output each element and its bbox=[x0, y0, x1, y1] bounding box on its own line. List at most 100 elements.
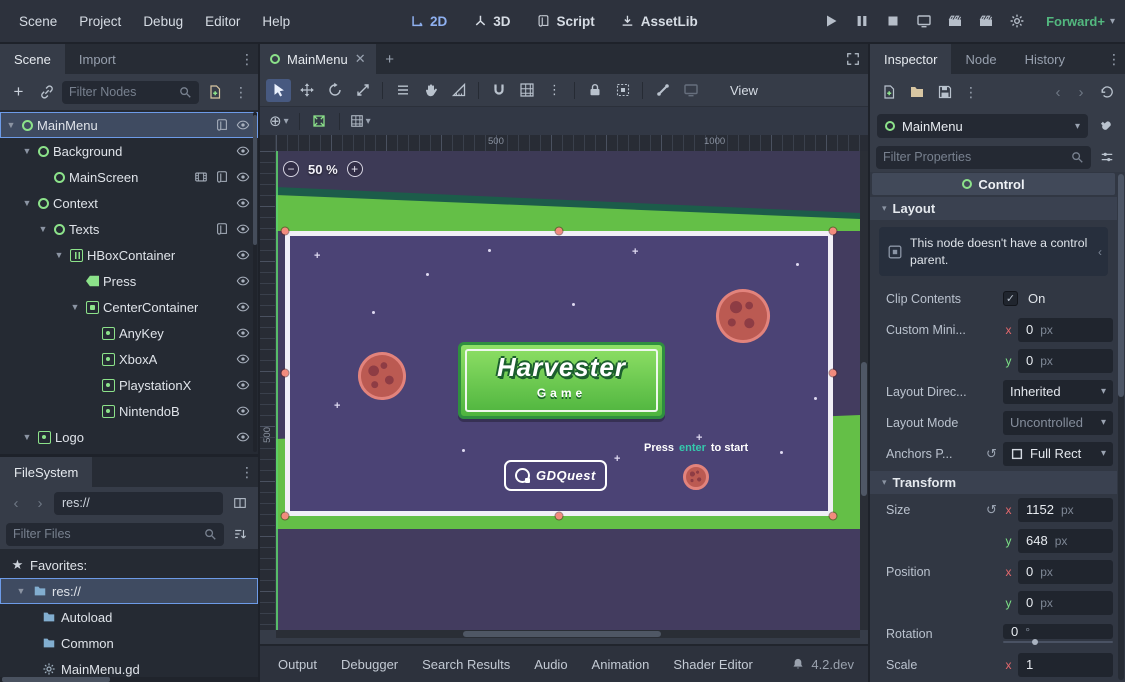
ruler-tool-button[interactable] bbox=[446, 79, 471, 102]
collapse-notice-icon[interactable]: ‹ bbox=[1098, 245, 1102, 259]
visibility-eye-icon[interactable] bbox=[236, 378, 250, 392]
tree-node-mainmenu[interactable]: ▼ MainMenu bbox=[0, 112, 258, 138]
filter-properties-input[interactable] bbox=[883, 150, 1065, 164]
menu-debug[interactable]: Debug bbox=[132, 9, 194, 34]
visibility-eye-icon[interactable] bbox=[236, 326, 250, 340]
add-node-button[interactable]: + bbox=[6, 81, 31, 104]
2d-canvas[interactable]: + + + + + + bbox=[276, 151, 860, 630]
rotation-field[interactable]: 0 ° bbox=[1003, 624, 1113, 639]
history-forward-icon[interactable]: › bbox=[1071, 81, 1091, 103]
zoom-out-button[interactable]: − bbox=[283, 161, 299, 177]
tree-node-texts[interactable]: ▼ Texts bbox=[0, 216, 258, 242]
menu-scene[interactable]: Scene bbox=[8, 9, 68, 34]
zoom-level[interactable]: 50 % bbox=[308, 162, 338, 177]
grid-snap-toggle[interactable] bbox=[514, 79, 539, 102]
tree-node-mainscreen[interactable]: MainScreen bbox=[0, 164, 258, 190]
scene-tab-mainmenu[interactable]: MainMenu ✕ bbox=[260, 44, 376, 74]
history-back-icon[interactable]: ‹ bbox=[1048, 81, 1068, 103]
tab-3d[interactable]: 3D bbox=[473, 14, 510, 29]
filter-nodes-input[interactable] bbox=[69, 85, 173, 99]
view-menu-button[interactable]: View bbox=[720, 80, 768, 101]
edited-objects-history-icon[interactable] bbox=[1094, 81, 1119, 104]
zoom-in-button[interactable]: + bbox=[347, 161, 363, 177]
dock-menu-icon[interactable]: ⋮ bbox=[1103, 44, 1125, 74]
bottom-tab-animation[interactable]: Animation bbox=[582, 652, 660, 677]
tree-node-anykey[interactable]: AnyKey bbox=[0, 320, 258, 346]
tab-filesystem[interactable]: FileSystem bbox=[0, 457, 92, 487]
visibility-eye-icon[interactable] bbox=[236, 352, 250, 366]
expander-icon[interactable]: ▼ bbox=[20, 198, 34, 208]
script-icon[interactable] bbox=[215, 170, 229, 184]
visibility-eye-icon[interactable] bbox=[236, 404, 250, 418]
movie-maker-button[interactable] bbox=[1005, 9, 1029, 33]
selection-handle[interactable] bbox=[830, 370, 837, 377]
layout-direction-dropdown[interactable]: Inherited ▾ bbox=[1003, 380, 1113, 404]
expander-icon[interactable]: ▼ bbox=[14, 586, 28, 596]
distraction-free-icon[interactable] bbox=[838, 44, 868, 74]
filesystem-hscrollbar[interactable] bbox=[0, 677, 258, 682]
expander-icon[interactable]: ▼ bbox=[52, 250, 66, 260]
attach-script-button[interactable] bbox=[202, 81, 227, 104]
instance-scene-button[interactable] bbox=[34, 81, 59, 104]
selection-handle[interactable] bbox=[556, 513, 563, 520]
save-resource-button[interactable] bbox=[932, 81, 957, 104]
tree-node-hboxcontainer[interactable]: ▼ HBoxContainer bbox=[0, 242, 258, 268]
snap-options-menu-icon[interactable]: ⋮ bbox=[542, 79, 567, 102]
tab-2d[interactable]: 2D bbox=[410, 14, 447, 29]
selection-handle[interactable] bbox=[830, 513, 837, 520]
size-x-field[interactable]: 1152 px bbox=[1018, 498, 1113, 522]
tree-node-logo[interactable]: ▼ Logo bbox=[0, 424, 258, 450]
filter-nodes-search[interactable] bbox=[62, 81, 199, 104]
category-transform[interactable]: ▾ Transform bbox=[870, 471, 1117, 494]
close-icon[interactable]: ✕ bbox=[355, 51, 366, 67]
tab-history[interactable]: History bbox=[1011, 44, 1079, 74]
scene-tree-options-icon[interactable]: ⋮ bbox=[230, 84, 252, 101]
notification-bell-icon[interactable] bbox=[791, 657, 805, 671]
crosshair-menu-button[interactable]: ⊕▾ bbox=[266, 110, 292, 133]
remote-debug-button[interactable] bbox=[912, 9, 936, 33]
visibility-eye-icon[interactable] bbox=[236, 300, 250, 314]
tab-node[interactable]: Node bbox=[951, 44, 1010, 74]
bottom-tab-search-results[interactable]: Search Results bbox=[412, 652, 520, 677]
position-x-field[interactable]: 0 px bbox=[1018, 560, 1113, 584]
favorites-header[interactable]: ★ Favorites: bbox=[0, 552, 258, 578]
cookie-sprite-small[interactable] bbox=[683, 464, 709, 490]
custom-min-x-field[interactable]: 0 px bbox=[1018, 318, 1113, 342]
skeleton-options-button[interactable] bbox=[650, 79, 675, 102]
tab-assetlib[interactable]: AssetLib bbox=[621, 14, 698, 29]
pause-button[interactable] bbox=[850, 9, 874, 33]
path-input[interactable] bbox=[54, 496, 223, 510]
tab-import[interactable]: Import bbox=[65, 44, 130, 74]
bottom-tab-shader-editor[interactable]: Shader Editor bbox=[663, 652, 763, 677]
object-tools-icon[interactable] bbox=[1093, 115, 1118, 138]
tree-node-centercontainer[interactable]: ▼ CenterContainer bbox=[0, 294, 258, 320]
scale-x-field[interactable]: 1 bbox=[1018, 653, 1113, 677]
expander-icon[interactable]: ▼ bbox=[20, 432, 34, 442]
smart-snap-toggle[interactable] bbox=[486, 79, 511, 102]
scale-tool-button[interactable] bbox=[350, 79, 375, 102]
selection-handle[interactable] bbox=[282, 228, 289, 235]
selection-handle[interactable] bbox=[282, 370, 289, 377]
script-icon[interactable] bbox=[215, 222, 229, 236]
visibility-eye-icon[interactable] bbox=[236, 144, 250, 158]
bottom-tab-debugger[interactable]: Debugger bbox=[331, 652, 408, 677]
selection-handle[interactable] bbox=[556, 228, 563, 235]
visibility-eye-icon[interactable] bbox=[236, 248, 250, 262]
custom-min-y-field[interactable]: 0 px bbox=[1018, 349, 1113, 373]
tab-inspector[interactable]: Inspector bbox=[870, 44, 951, 74]
scene-tree-scrollbar[interactable] bbox=[253, 112, 257, 452]
filter-files-input[interactable] bbox=[13, 527, 198, 541]
split-view-icon[interactable] bbox=[227, 492, 252, 515]
pan-tool-button[interactable] bbox=[418, 79, 443, 102]
visibility-eye-icon[interactable] bbox=[236, 222, 250, 236]
open-instance-icon[interactable] bbox=[194, 170, 208, 184]
filesystem-item-autoload[interactable]: Autoload bbox=[0, 604, 258, 630]
resource-options-icon[interactable]: ⋮ bbox=[960, 84, 982, 101]
canvas-hscrollbar[interactable] bbox=[276, 630, 860, 638]
sort-files-icon[interactable] bbox=[227, 523, 252, 546]
size-y-field[interactable]: 648 px bbox=[1018, 529, 1113, 553]
expander-icon[interactable]: ▼ bbox=[4, 120, 18, 130]
grid-options-button[interactable]: ▾ bbox=[347, 110, 374, 133]
rotation-slider[interactable] bbox=[1003, 641, 1113, 643]
visibility-eye-icon[interactable] bbox=[236, 170, 250, 184]
